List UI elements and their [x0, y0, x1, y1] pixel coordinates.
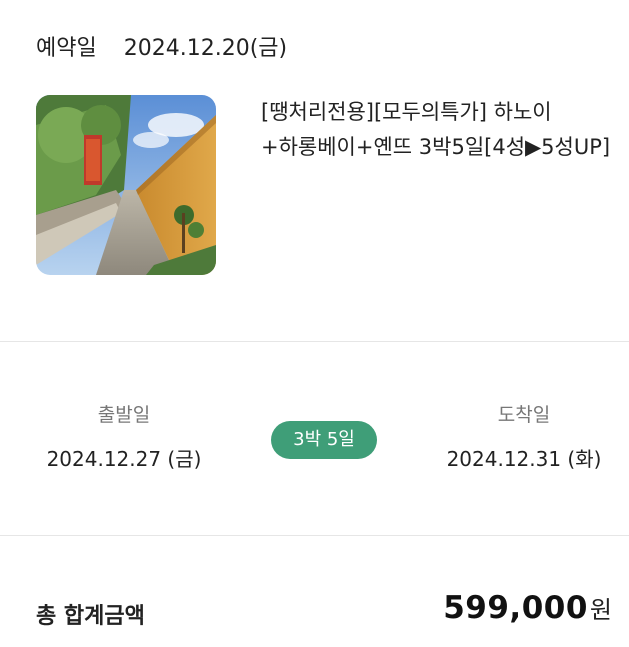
total-currency: 원 — [589, 596, 612, 624]
booking-date-row: 예약일 2024.12.20(금) — [36, 30, 287, 62]
arrival-block: 도착일 2024.12.31 (화) — [432, 400, 616, 472]
booking-date-label: 예약일 — [36, 36, 97, 61]
schedule-section: 출발일 2024.12.27 (금) 3박 5일 도착일 2024.12.31 … — [0, 342, 629, 534]
total-label: 총 합계금액 — [36, 604, 145, 629]
departure-block: 출발일 2024.12.27 (금) — [34, 400, 214, 472]
temple-corridor-photo-icon — [36, 95, 216, 275]
arrival-label: 도착일 — [497, 404, 551, 426]
arrival-date: 2024.12.31 (화) — [446, 447, 602, 471]
total-row: 총 합계금액 599,000원 — [36, 590, 612, 640]
total-amount: 599,000원 — [443, 590, 612, 626]
booking-date-value: 2024.12.20(금) — [123, 36, 288, 61]
product-title[interactable]: [땡처리전용][모두의특가] 하노이+하롱베이+옌뜨 3박5일[4성▶5성UP] — [261, 95, 616, 165]
departure-label: 출발일 — [97, 404, 151, 426]
product-thumbnail[interactable] — [36, 95, 216, 275]
product-card[interactable]: [땡처리전용][모두의특가] 하노이+하롱베이+옌뜨 3박5일[4성▶5성UP] — [36, 95, 610, 275]
section-divider — [0, 535, 629, 536]
duration-badge: 3박 5일 — [271, 421, 377, 459]
departure-date: 2024.12.27 (금) — [46, 447, 202, 471]
total-amount-value: 599,000 — [443, 590, 588, 626]
